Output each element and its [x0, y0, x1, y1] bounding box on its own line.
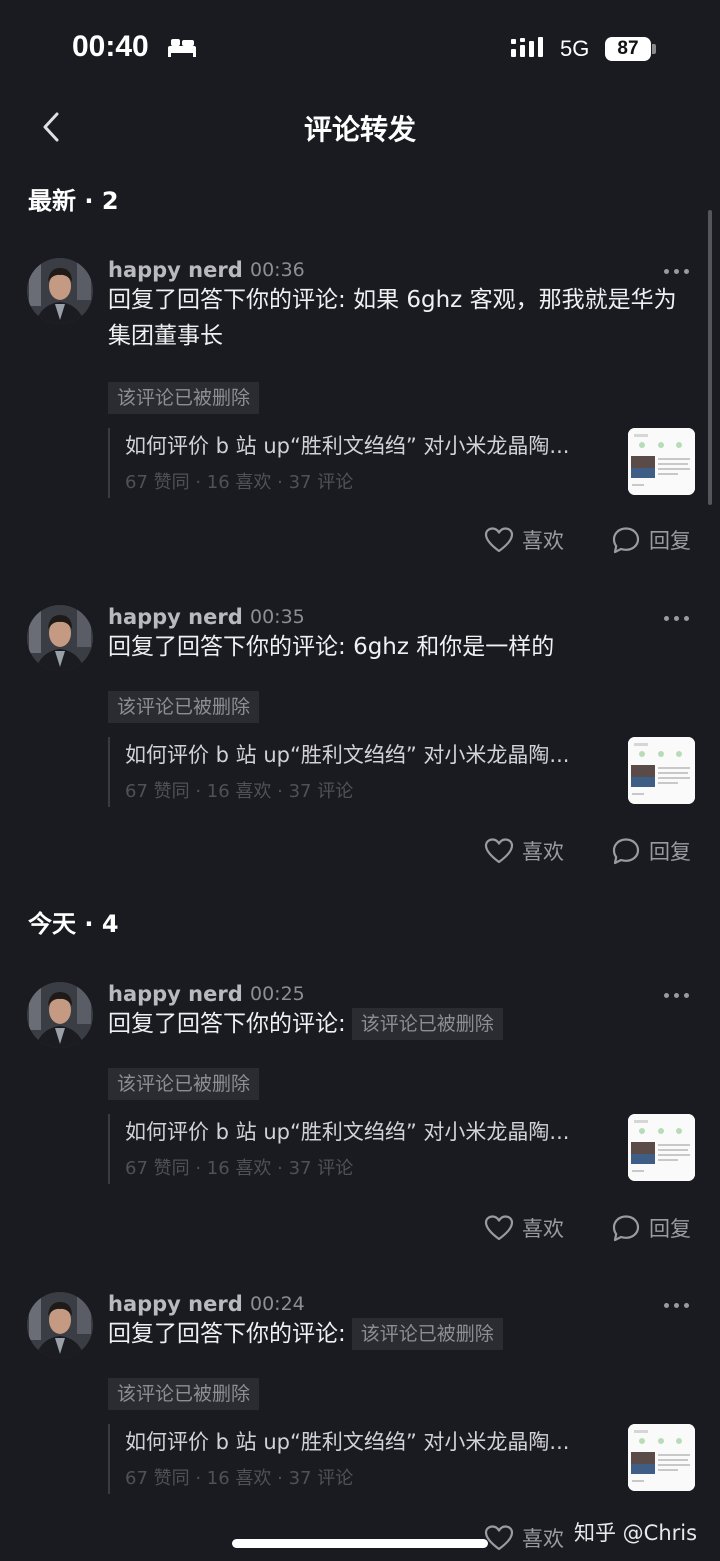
more-horizontal-icon[interactable] — [664, 614, 690, 624]
quoted-answer-title[interactable]: 如何评价 b 站 up“胜利文绉绉” 对小米龙晶陶... — [125, 1116, 610, 1146]
comment-actions: 喜欢 回复 — [0, 831, 720, 871]
battery-cap — [652, 44, 656, 54]
section-header-today: 今天 · 4 — [28, 910, 119, 938]
quoted-answer-card[interactable]: 如何评价 b 站 up“胜利文绉绉” 对小米龙晶陶... 67 赞同 · 16 … — [108, 428, 695, 498]
like-button[interactable]: 喜欢 — [522, 836, 564, 866]
avatar[interactable] — [27, 258, 93, 324]
quoted-answer-stats: 67 赞同 · 16 喜欢 · 37 评论 — [125, 781, 354, 802]
deleted-comment-tag: 该评论已被删除 — [108, 382, 260, 414]
quoted-answer-card[interactable]: 如何评价 b 站 up“胜利文绉绉” 对小米龙晶陶... 67 赞同 · 16 … — [108, 1424, 695, 1494]
quoted-answer-title[interactable]: 如何评价 b 站 up“胜利文绉绉” 对小米龙晶陶... — [125, 430, 610, 460]
quoted-answer-title[interactable]: 如何评价 b 站 up“胜利文绉绉” 对小米龙晶陶... — [125, 1426, 610, 1456]
comment-text: 回复了回答下你的评论: 如果 6ghz 客观，那我就是华为集团董事长 — [108, 282, 688, 354]
reply-button[interactable]: 回复 — [649, 525, 691, 555]
author-name[interactable]: happy nerd — [108, 982, 243, 1006]
home-indicator[interactable] — [232, 1539, 488, 1548]
reply-button[interactable]: 回复 — [649, 1213, 691, 1243]
more-horizontal-icon[interactable] — [664, 1301, 690, 1311]
signal-bars-icon — [511, 37, 543, 57]
like-button[interactable]: 喜欢 — [522, 1213, 564, 1243]
avatar[interactable] — [27, 1292, 93, 1358]
quoted-answer-thumbnail — [628, 428, 695, 495]
heart-outline-icon[interactable] — [484, 837, 514, 865]
watermark: 知乎 @Chris — [574, 1521, 698, 1545]
heart-outline-icon[interactable] — [484, 526, 514, 554]
like-button[interactable]: 喜欢 — [522, 525, 564, 555]
reply-prefix: 回复了回答下你的评论: — [108, 1011, 346, 1037]
reply-prefix: 回复了回答下你的评论: — [108, 634, 354, 660]
deleted-comment-tag: 该评论已被删除 — [108, 1068, 260, 1100]
nav-bar: 评论转发 — [0, 96, 720, 158]
inline-deleted-tag: 该评论已被删除 — [351, 1008, 503, 1040]
section-header-latest: 最新 · 2 — [28, 187, 119, 215]
reply-button[interactable]: 回复 — [649, 836, 691, 866]
status-bar: 00:40 5G 87 — [0, 0, 720, 96]
network-type: 5G — [560, 36, 590, 61]
chat-bubble-icon[interactable] — [612, 1214, 642, 1242]
page-title: 评论转发 — [303, 113, 416, 146]
quoted-answer-card[interactable]: 如何评价 b 站 up“胜利文绉绉” 对小米龙晶陶... 67 赞同 · 16 … — [108, 1114, 695, 1184]
comment-time: 00:36 — [250, 259, 305, 281]
heart-outline-icon[interactable] — [484, 1214, 514, 1242]
comment-time: 00:35 — [250, 606, 305, 628]
quoted-answer-stats: 67 赞同 · 16 喜欢 · 37 评论 — [125, 472, 354, 493]
more-horizontal-icon[interactable] — [664, 991, 690, 1001]
quoted-answer-stats: 67 赞同 · 16 喜欢 · 37 评论 — [125, 1468, 354, 1489]
bed-icon — [168, 39, 196, 57]
quoted-answer-stats: 67 赞同 · 16 喜欢 · 37 评论 — [125, 1158, 354, 1179]
quoted-answer-title[interactable]: 如何评价 b 站 up“胜利文绉绉” 对小米龙晶陶... — [125, 739, 610, 769]
heart-outline-icon[interactable] — [484, 1524, 514, 1552]
quoted-answer-thumbnail — [628, 737, 695, 804]
comment-body: 6ghz 和你是一样的 — [353, 634, 555, 660]
comment-text: 回复了回答下你的评论: 该评论已被删除 — [108, 1316, 688, 1352]
inline-deleted-tag: 该评论已被删除 — [351, 1318, 503, 1350]
reply-prefix: 回复了回答下你的评论: — [108, 1321, 346, 1347]
reply-prefix: 回复了回答下你的评论: — [108, 287, 354, 313]
scrollbar[interactable] — [708, 210, 712, 505]
status-time: 00:40 — [72, 30, 149, 63]
avatar[interactable] — [27, 605, 93, 671]
comment-time: 00:24 — [250, 1293, 305, 1315]
quoted-answer-thumbnail — [628, 1114, 695, 1181]
battery-indicator: 87 — [605, 37, 651, 61]
comment-actions: 喜欢 回复 — [0, 520, 720, 560]
author-name[interactable]: happy nerd — [108, 258, 243, 282]
avatar[interactable] — [27, 982, 93, 1048]
more-horizontal-icon[interactable] — [664, 267, 690, 277]
deleted-comment-tag: 该评论已被删除 — [108, 691, 260, 723]
quoted-answer-card[interactable]: 如何评价 b 站 up“胜利文绉绉” 对小米龙晶陶... 67 赞同 · 16 … — [108, 737, 695, 807]
author-name[interactable]: happy nerd — [108, 1292, 243, 1316]
chat-bubble-icon[interactable] — [612, 526, 642, 554]
chat-bubble-icon[interactable] — [612, 837, 642, 865]
comment-text: 回复了回答下你的评论: 6ghz 和你是一样的 — [108, 629, 688, 665]
comment-actions: 喜欢 回复 — [0, 1208, 720, 1248]
comment-time: 00:25 — [250, 983, 305, 1005]
comment-text: 回复了回答下你的评论: 该评论已被删除 — [108, 1006, 688, 1042]
deleted-comment-tag: 该评论已被删除 — [108, 1378, 260, 1410]
like-button[interactable]: 喜欢 — [522, 1523, 564, 1553]
quoted-answer-thumbnail — [628, 1424, 695, 1491]
author-name[interactable]: happy nerd — [108, 605, 243, 629]
